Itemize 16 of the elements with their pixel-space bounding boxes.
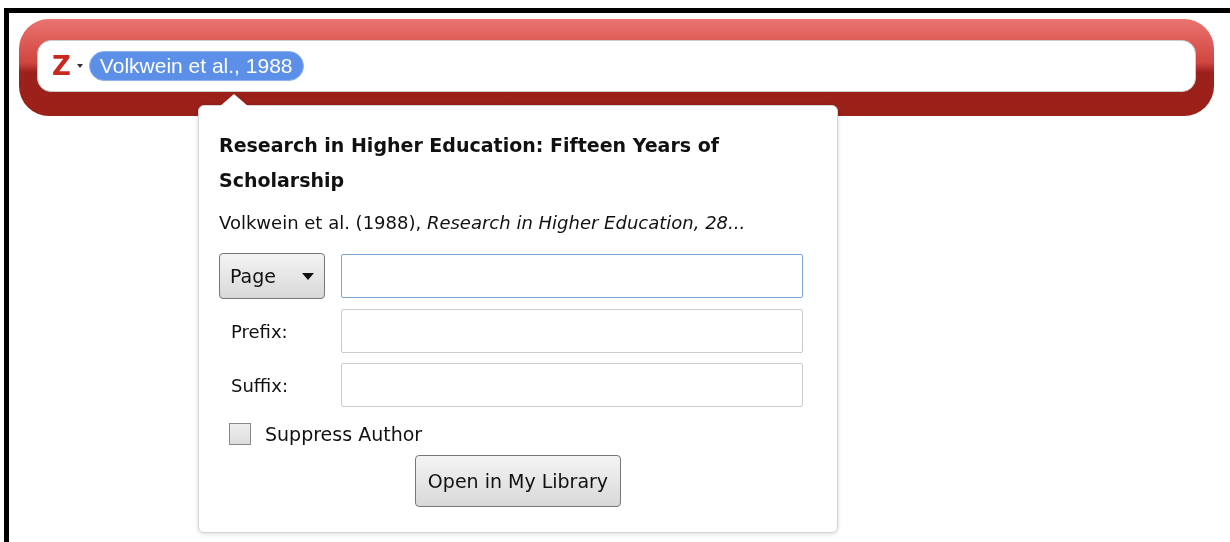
citation-field[interactable]: Z Volkwein et al., 1988 <box>37 40 1196 92</box>
item-title: Research in Higher Education: Fifteen Years of Scholarship <box>219 133 721 193</box>
field-label: Suffix: <box>230 374 289 396</box>
checkbox-label: Suppress Author <box>265 423 423 445</box>
input-field[interactable] <box>341 309 803 353</box>
checkbox[interactable] <box>229 423 251 445</box>
item-citation: Volkwein et al. (1988), Research in Higher Education, 28... <box>219 212 747 233</box>
citation-bubble[interactable]: Volkwein et al., 1988 <box>88 51 304 81</box>
locator-dropdown[interactable]: Page <box>219 253 325 299</box>
caret-icon <box>302 272 314 280</box>
logo[interactable]: Z <box>52 53 71 79</box>
field-label: Prefix: <box>230 320 289 342</box>
open-library-button[interactable]: Open in My Library <box>414 455 622 507</box>
caret-icon[interactable] <box>76 64 83 68</box>
input-field[interactable] <box>341 363 803 407</box>
locator-field[interactable] <box>341 254 803 298</box>
